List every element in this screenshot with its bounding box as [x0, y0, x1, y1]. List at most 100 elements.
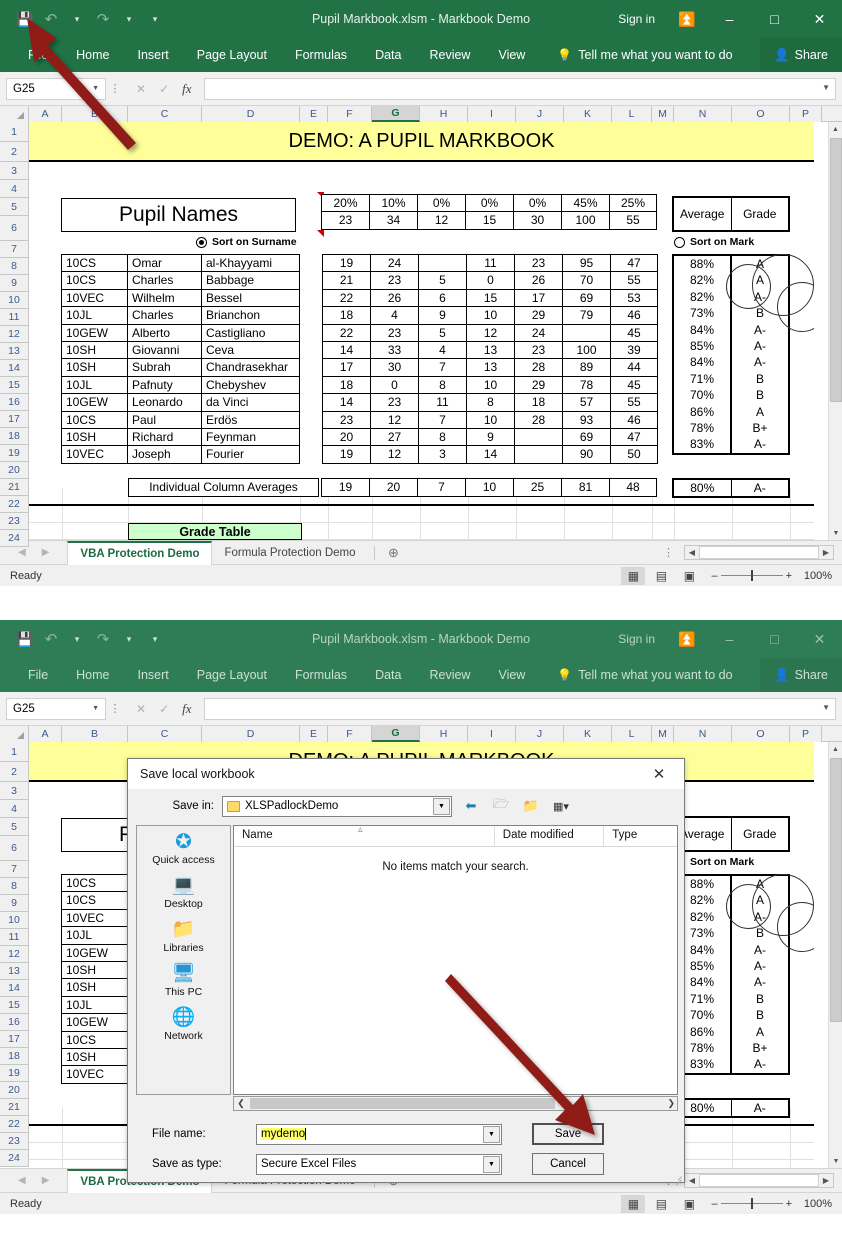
scroll-up-icon[interactable]: ▲	[829, 122, 842, 136]
place-network[interactable]: 🌐 Network	[137, 998, 230, 1042]
ribbon-tab-page-layout[interactable]: Page Layout	[183, 38, 281, 72]
row-header-10[interactable]: 10	[0, 912, 29, 929]
column-header-k[interactable]: K	[564, 106, 612, 122]
tab-navigation[interactable]: ◀ ▶	[0, 547, 67, 558]
column-header-b[interactable]: B	[62, 106, 128, 122]
scroll-up-icon[interactable]: ▲	[829, 742, 842, 756]
row-header-2[interactable]: 2	[0, 762, 29, 782]
ribbon-display-options-icon[interactable]: ⏫	[667, 11, 707, 28]
hscroll-thumb[interactable]	[699, 1174, 819, 1187]
column-header-o[interactable]: O	[732, 726, 790, 742]
sort-on-surname-option[interactable]: Sort on Surname	[196, 236, 297, 248]
tab-next-icon[interactable]: ▶	[42, 547, 50, 558]
place-quick-access[interactable]: ✪ Quick access	[137, 826, 230, 866]
hscroll-left-icon[interactable]: ◀	[685, 1176, 699, 1185]
column-header-h[interactable]: H	[420, 726, 468, 742]
column-header-date-modified[interactable]: Date modified	[495, 826, 605, 846]
zoom-in-icon[interactable]: +	[786, 570, 792, 582]
hscroll-right-icon[interactable]: ❯	[667, 1098, 675, 1109]
ribbon-tab-data[interactable]: Data	[361, 658, 415, 692]
column-header-l[interactable]: L	[612, 726, 652, 742]
cell-area[interactable]: DEMO: A PUPIL MARKBOOK Pupil Names Sort …	[29, 122, 814, 540]
column-header-j[interactable]: J	[516, 106, 564, 122]
row-header-22[interactable]: 22	[0, 496, 29, 513]
sign-in-link-bottom[interactable]: Sign in	[606, 632, 667, 646]
row-header-15[interactable]: 15	[0, 377, 29, 394]
row-header-3[interactable]: 3	[0, 782, 29, 800]
save-button[interactable]: Save	[532, 1123, 604, 1145]
zoom-track[interactable]	[720, 570, 783, 581]
share-button[interactable]: 👤 Share	[760, 38, 842, 72]
new-sheet-icon[interactable]: ⊕	[381, 545, 407, 561]
hscroll-left-icon[interactable]: ◀	[685, 548, 699, 557]
column-header-k[interactable]: K	[564, 726, 612, 742]
zoom-thumb[interactable]	[750, 570, 753, 581]
column-header-p[interactable]: P	[790, 106, 822, 122]
ribbon-tab-page-layout[interactable]: Page Layout	[183, 658, 281, 692]
dialog-resize-grip[interactable]	[672, 1170, 682, 1186]
row-header-1[interactable]: 1	[0, 742, 29, 762]
row-header-8[interactable]: 8	[0, 878, 29, 895]
scrollbar-thumb[interactable]	[830, 138, 842, 402]
ribbon-tab-data[interactable]: Data	[361, 38, 415, 72]
tell-me-box[interactable]: 💡 Tell me what you want to do	[539, 48, 732, 62]
customize-qat-icon[interactable]: ▾	[144, 8, 166, 30]
row-header-18[interactable]: 18	[0, 1048, 29, 1065]
maximize-button[interactable]: □	[752, 620, 797, 658]
ribbon-tab-insert[interactable]: Insert	[124, 38, 183, 72]
row-header-6[interactable]: 6	[0, 836, 29, 861]
file-list-pane[interactable]: Name ▵ Date modified Type No items match…	[233, 824, 678, 1095]
column-header-n[interactable]: N	[674, 726, 732, 742]
confirm-entry-icon[interactable]: ✓	[159, 82, 169, 96]
row-header-4[interactable]: 4	[0, 800, 29, 818]
zoom-slider[interactable]: – +	[711, 570, 792, 582]
row-header-24[interactable]: 24	[0, 530, 29, 547]
row-header-21[interactable]: 21	[0, 1099, 29, 1116]
column-header-m[interactable]: M	[652, 106, 674, 122]
name-box-bottom[interactable]: G25 ▼	[6, 697, 106, 720]
row-header-5[interactable]: 5	[0, 818, 29, 836]
row-header-19[interactable]: 19	[0, 445, 29, 462]
column-header-c[interactable]: C	[128, 106, 202, 122]
views-icon[interactable]: ▦▾	[550, 795, 572, 817]
page-layout-view-icon[interactable]: ▤	[649, 1195, 673, 1213]
column-header-o[interactable]: O	[732, 106, 790, 122]
tab-next-icon[interactable]: ▶	[42, 1175, 50, 1186]
place-desktop[interactable]: 💻 Desktop	[137, 866, 230, 910]
row-header-1[interactable]: 1	[0, 122, 29, 142]
column-header-name[interactable]: Name ▵	[234, 824, 495, 846]
redo-icon[interactable]: ↷	[92, 8, 114, 30]
chevron-down-icon[interactable]: ▼	[483, 1155, 500, 1173]
ribbon-tab-file[interactable]: File	[14, 658, 62, 692]
column-header-p[interactable]: P	[790, 726, 822, 742]
zoom-track[interactable]	[720, 1198, 783, 1209]
zoom-thumb[interactable]	[750, 1198, 753, 1209]
ribbon-tab-review[interactable]: Review	[415, 658, 484, 692]
row-header-22[interactable]: 22	[0, 1116, 29, 1133]
formula-input[interactable]: ▼	[203, 77, 836, 100]
file-name-input[interactable]: mydemo ▼	[256, 1123, 502, 1145]
place-libraries[interactable]: 📁 Libraries	[137, 910, 230, 954]
horizontal-scrollbar-bottom[interactable]: ◀ ▶	[684, 1173, 834, 1188]
save-as-type-combobox[interactable]: Secure Excel Files ▼	[256, 1153, 502, 1175]
minimize-button[interactable]: –	[707, 620, 752, 658]
ribbon-tab-formulas[interactable]: Formulas	[281, 38, 361, 72]
row-header-16[interactable]: 16	[0, 394, 29, 411]
sort-on-mark-option-bottom[interactable]: Sort on Mark	[674, 856, 754, 868]
scrollbar-thumb[interactable]	[830, 758, 842, 1022]
formula-expand-icon[interactable]: ▼	[822, 83, 830, 92]
row-header-15[interactable]: 15	[0, 997, 29, 1014]
vertical-scrollbar-bottom[interactable]: ▲ ▼	[828, 742, 842, 1168]
customize-qat-icon[interactable]: ▾	[144, 628, 166, 650]
tab-prev-icon[interactable]: ◀	[18, 547, 26, 558]
row-header-11[interactable]: 11	[0, 929, 29, 946]
row-header-6[interactable]: 6	[0, 216, 29, 241]
file-list-horizontal-scrollbar[interactable]: ❮ ❯	[233, 1096, 678, 1111]
row-header-7[interactable]: 7	[0, 241, 29, 258]
share-button-bottom[interactable]: 👤 Share	[760, 658, 842, 692]
save-in-combobox[interactable]: XLSPadlockDemo ▼	[222, 795, 452, 817]
hscroll-thumb[interactable]	[699, 546, 819, 559]
row-header-14[interactable]: 14	[0, 980, 29, 997]
quick-access-toolbar[interactable]: 💾 ↶ ▾ ↷ ▾ ▾	[0, 8, 166, 30]
ribbon-tab-review[interactable]: Review	[415, 38, 484, 72]
